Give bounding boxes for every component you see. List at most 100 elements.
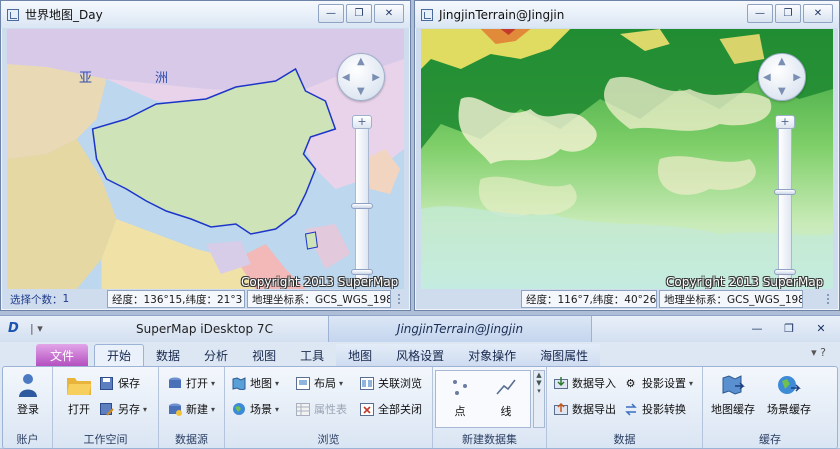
terrain-map-title: JingjinTerrain@Jingjin [439,7,565,22]
selection-count-value: 1 [62,293,70,305]
dataset-type-gallery: 点 线 [435,370,531,428]
workspace-save-as-button[interactable]: 另存 ▾ [99,399,147,419]
group-data: 数据导入 数据导出 ⚙ 投影设置 ▾ 投影转换 数据 [547,367,703,448]
pan-navigation-control[interactable]: ▲ ▼ ◀ ▶ [337,53,385,101]
asia-label-1: 亚 [79,71,93,86]
coordinate-readout: 经度：116°7,纬度：40°26 [521,290,657,308]
point-dataset-icon [447,373,473,401]
terrain-map-titlebar[interactable]: JingjinTerrain@Jingjin — ❐ ✕ [415,1,839,28]
map-window-icon [421,8,433,21]
close-all-button[interactable]: 全部关闭 [359,399,422,419]
ribbon-help-icon[interactable]: ▾ ? [811,346,826,359]
qat-customize-icon[interactable]: | ▾ [30,322,43,335]
data-import-button[interactable]: 数据导入 [553,373,616,393]
restore-button[interactable]: ❐ [346,4,372,23]
convert-icon [623,402,638,416]
scene-cache-icon [776,371,802,399]
minimize-button[interactable]: — [747,4,773,23]
tab-style-settings[interactable]: 风格设置 [384,344,457,366]
tab-file[interactable]: 文件 [36,344,89,366]
save-icon [99,376,114,390]
minimize-button[interactable]: — [318,4,344,23]
group-cache-label: 缓存 [759,433,781,446]
projection-convert-button[interactable]: 投影转换 [623,399,686,419]
zoom-slider[interactable] [778,119,792,284]
tab-tools[interactable]: 工具 [288,344,336,366]
pan-right-icon[interactable]: ▶ [372,73,380,83]
zoom-in-button[interactable]: + [775,115,795,129]
selection-count-panel [419,290,519,308]
zoom-in-button[interactable]: + [352,115,372,129]
new-point-dataset-button[interactable]: 点 [438,373,482,427]
terrain-map-statusbar: 经度：116°7,纬度：40°26 地理坐标系：GCS_WGS_1984 [419,290,835,308]
login-button[interactable]: 登录 [6,371,50,425]
quick-access-toolbar: D | ▾ SuperMap iDesktop 7C JingjinTerrai… [0,316,840,342]
browse-map-button[interactable]: 地图 ▾ [231,373,279,393]
crs-readout: 地理坐标系：GCS_WGS_1984 [659,290,803,308]
group-datasource-label: 数据源 [175,433,208,446]
pan-up-icon[interactable]: ▲ [357,57,365,67]
tab-data[interactable]: 数据 [144,344,192,366]
gallery-scroll-icon[interactable]: ▲ ▼ ▾ [533,370,545,428]
world-map-title: 世界地图_Day [25,8,103,22]
world-map-canvas[interactable]: 亚 洲 ▲ ▼ ◀ ▶ + Copyright 2013 SuperMap [7,29,404,289]
pan-down-icon[interactable]: ▼ [357,87,365,97]
tab-object-operations[interactable]: 对象操作 [456,344,529,366]
contextual-tab-title: JingjinTerrain@Jingjin [328,316,592,342]
map-copyright: Copyright 2013 SuperMap [666,275,824,289]
projection-settings-button[interactable]: ⚙ 投影设置 ▾ [623,373,693,393]
group-browse-label: 浏览 [317,433,340,446]
line-dataset-icon [493,373,519,401]
application-window: D | ▾ SuperMap iDesktop 7C JingjinTerrai… [0,315,840,449]
scene-cache-button[interactable]: 场景缓存 [763,371,815,425]
pan-up-icon[interactable]: ▲ [778,57,786,67]
workspace-save-button[interactable]: 保存 [99,373,140,393]
terrain-map-window: JingjinTerrain@Jingjin — ❐ ✕ ▲ ▼ ◀ ▶ + C… [414,0,840,311]
tab-start[interactable]: 开始 [94,344,145,366]
group-browse: 地图 ▾ 场景 ▾ 布局 ▾ 属性表 关联浏览 全部关闭 浏览 [225,367,433,448]
data-export-button[interactable]: 数据导出 [553,399,616,419]
app-close-button[interactable]: ✕ [808,319,834,338]
map-cache-icon [720,371,746,399]
datasource-open-button[interactable]: 打开 ▾ [167,373,215,393]
asia-label-2: 洲 [155,71,169,86]
database-open-icon [167,376,182,390]
map-cache-button[interactable]: 地图缓存 [707,371,759,425]
tab-view[interactable]: 视图 [240,344,288,366]
zoom-slider-thumb[interactable] [774,189,796,195]
app-minimize-button[interactable]: — [744,319,770,338]
ribbon-panel: 登录 账户 打开 保存 另存 ▾ 工作空间 打开 ▾ 新建 ▾ 数据源 地图 ▾… [2,366,838,449]
pan-navigation-control[interactable]: ▲ ▼ ◀ ▶ [758,53,806,101]
browse-layout-button[interactable]: 布局 ▾ [295,373,343,393]
workspace-open-button[interactable]: 打开 [57,371,101,425]
pan-right-icon[interactable]: ▶ [793,73,801,83]
app-restore-button[interactable]: ❐ [776,319,802,338]
close-button[interactable]: ✕ [803,4,833,23]
resize-grip-icon[interactable] [398,294,406,304]
map-copyright: Copyright 2013 SuperMap [241,275,399,289]
tab-analysis[interactable]: 分析 [192,344,240,366]
pan-down-icon[interactable]: ▼ [778,87,786,97]
pan-left-icon[interactable]: ◀ [342,73,350,83]
group-workspace: 打开 保存 另存 ▾ 工作空间 [53,367,159,448]
new-line-dataset-button[interactable]: 线 [484,373,528,427]
browse-attribute-table-button[interactable]: 属性表 [295,399,347,419]
selection-count-panel: 选择个数： 1 [5,290,105,308]
linked-browse-button[interactable]: 关联浏览 [359,373,422,393]
app-title: SuperMap iDesktop 7C [136,322,273,336]
datasource-new-button[interactable]: 新建 ▾ [167,399,215,419]
world-map-titlebar[interactable]: 世界地图_Day — ❐ ✕ [1,1,410,28]
close-button[interactable]: ✕ [374,4,404,23]
tab-chart-properties[interactable]: 海图属性 [528,344,601,366]
group-account: 登录 账户 [3,367,53,448]
terrain-map-canvas[interactable]: ▲ ▼ ◀ ▶ + Copyright 2013 SuperMap [421,29,833,289]
tab-map[interactable]: 地图 [336,344,385,366]
resize-grip-icon[interactable] [827,294,835,304]
pan-left-icon[interactable]: ◀ [763,73,771,83]
restore-button[interactable]: ❐ [775,4,801,23]
zoom-slider-thumb[interactable] [351,203,373,209]
zoom-slider[interactable] [355,119,369,284]
app-logo-icon[interactable]: D [8,321,24,336]
browse-scene-button[interactable]: 场景 ▾ [231,399,279,419]
group-cache: 地图缓存 场景缓存 缓存 [703,367,837,448]
